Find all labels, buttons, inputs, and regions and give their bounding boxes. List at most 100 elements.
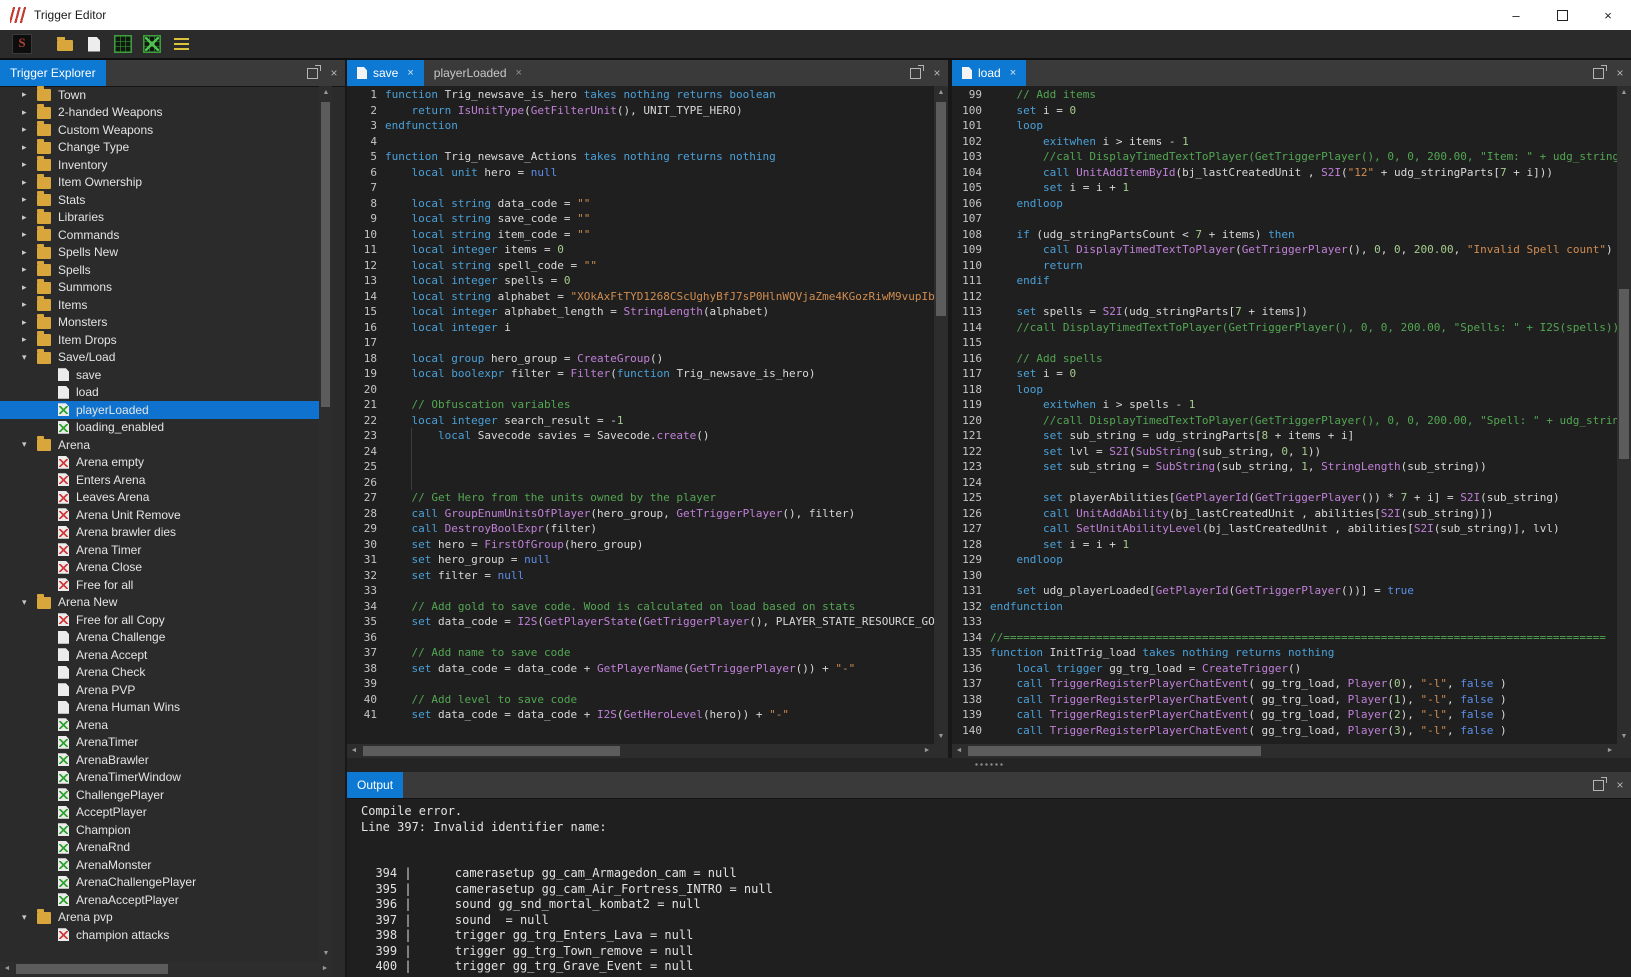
code-line[interactable]: endif <box>990 273 1617 289</box>
tree-item[interactable]: ▸Spells <box>0 261 332 279</box>
code-line[interactable]: set spells = S2I(udg_stringParts[7 + ite… <box>990 304 1617 320</box>
close-panel-icon[interactable]: × <box>926 60 948 86</box>
code-line[interactable] <box>385 475 934 491</box>
code-line[interactable]: local unit hero = null <box>385 165 934 181</box>
scroll-up-icon[interactable]: ▲ <box>319 86 333 100</box>
expand-arrow-icon[interactable]: ▸ <box>22 142 37 153</box>
code-line[interactable] <box>385 676 934 692</box>
code-line[interactable]: set udg_playerLoaded[GetPlayerId(GetTrig… <box>990 583 1617 599</box>
vertical-scrollbar[interactable]: ▲ ▼ <box>319 86 332 961</box>
tree-item[interactable]: Arena empty <box>0 454 332 472</box>
code-line[interactable]: set i = 0 <box>990 103 1617 119</box>
code-line[interactable] <box>990 211 1617 227</box>
tree-item[interactable]: ArenaRnd <box>0 839 332 857</box>
tree-item[interactable]: Free for all <box>0 576 332 594</box>
undock-icon[interactable] <box>1587 772 1609 798</box>
undock-icon[interactable] <box>904 60 926 86</box>
scroll-down-icon[interactable]: ▼ <box>1617 730 1631 744</box>
undock-icon[interactable] <box>301 60 323 86</box>
code-line[interactable]: set playerAbilities[GetPlayerId(GetTrigg… <box>990 490 1617 506</box>
expand-arrow-icon[interactable]: ▸ <box>22 194 37 205</box>
code-line[interactable]: loop <box>990 118 1617 134</box>
tree-item[interactable]: ▸Item Drops <box>0 331 332 349</box>
scroll-down-icon[interactable]: ▼ <box>319 947 333 961</box>
code-line[interactable]: set sub_string = udg_stringParts[8 + ite… <box>990 428 1617 444</box>
tab-load[interactable]: load × <box>952 60 1026 86</box>
code-line[interactable]: //call DisplayTimedTextToPlayer(GetTrigg… <box>990 320 1617 336</box>
collapse-arrow-icon[interactable]: ▾ <box>22 597 37 608</box>
code-line[interactable]: loop <box>990 382 1617 398</box>
code-line[interactable]: set hero = FirstOfGroup(hero_group) <box>385 537 934 553</box>
code-line[interactable]: call TriggerRegisterPlayerChatEvent( gg_… <box>990 723 1617 739</box>
code-line[interactable]: call DisplayTimedTextToPlayer(GetTrigger… <box>990 242 1617 258</box>
code-line[interactable] <box>990 475 1617 491</box>
vertical-scrollbar[interactable]: ▲ ▼ <box>934 86 948 744</box>
scroll-up-icon[interactable]: ▲ <box>1617 86 1631 100</box>
scroll-up-icon[interactable]: ▲ <box>934 86 948 100</box>
code-line[interactable]: endfunction <box>385 118 934 134</box>
code-line[interactable]: call DestroyBoolExpr(filter) <box>385 521 934 537</box>
scrollbar-thumb[interactable] <box>968 746 1261 756</box>
expand-arrow-icon[interactable]: ▸ <box>22 264 37 275</box>
expand-arrow-icon[interactable]: ▸ <box>22 299 37 310</box>
expand-arrow-icon[interactable]: ▸ <box>22 247 37 258</box>
code-line[interactable]: exitwhen i > spells - 1 <box>990 397 1617 413</box>
tree-item[interactable]: save <box>0 366 332 384</box>
tree-item[interactable]: Arena Accept <box>0 646 332 664</box>
code-line[interactable]: local integer alphabet_length = StringLe… <box>385 304 934 320</box>
code-line[interactable]: local string alphabet = "XOkAxFtTYD1268C… <box>385 289 934 305</box>
tree-item[interactable]: ▸Town <box>0 86 332 104</box>
tab-save[interactable]: save × <box>347 60 424 86</box>
tree-item[interactable]: ▸Monsters <box>0 314 332 332</box>
code-area[interactable]: 1234567891011121314151617181920212223242… <box>347 86 934 744</box>
code-line[interactable]: call SetUnitAbilityLevel(bj_lastCreatedU… <box>990 521 1617 537</box>
code-line[interactable] <box>385 630 934 646</box>
horizontal-scrollbar[interactable]: ◄ ► <box>0 962 332 976</box>
scrollbar-track[interactable] <box>1617 100 1631 730</box>
maximize-button[interactable] <box>1539 0 1585 30</box>
tree-item[interactable]: playerLoaded <box>0 401 332 419</box>
code-line[interactable]: // Add name to save code <box>385 645 934 661</box>
scrollbar-track[interactable] <box>319 100 332 947</box>
minimize-button[interactable]: – <box>1493 0 1539 30</box>
output-splitter[interactable] <box>347 758 1631 772</box>
expand-arrow-icon[interactable]: ▸ <box>22 212 37 223</box>
code-line[interactable]: set hero_group = null <box>385 552 934 568</box>
code-column[interactable]: function Trig_newsave_is_hero takes noth… <box>385 87 934 723</box>
expand-arrow-icon[interactable]: ▸ <box>22 124 37 135</box>
code-line[interactable]: set data_code = I2S(GetPlayerState(GetTr… <box>385 614 934 630</box>
code-line[interactable]: set filter = null <box>385 568 934 584</box>
collapse-arrow-icon[interactable]: ▾ <box>22 912 37 923</box>
scrollbar-track[interactable] <box>934 100 948 730</box>
expand-arrow-icon[interactable]: ▸ <box>22 282 37 293</box>
tree-item[interactable]: ArenaBrawler <box>0 751 332 769</box>
code-line[interactable] <box>385 444 934 460</box>
code-line[interactable]: function Trig_newsave_is_hero takes noth… <box>385 87 934 103</box>
jass-tool-button[interactable]: S <box>9 31 35 57</box>
code-line[interactable]: // Obfuscation variables <box>385 397 934 413</box>
code-line[interactable]: call TriggerRegisterPlayerChatEvent( gg_… <box>990 676 1617 692</box>
code-line[interactable]: local string spell_code = "" <box>385 258 934 274</box>
code-line[interactable] <box>385 134 934 150</box>
code-line[interactable]: function Trig_newsave_Actions takes noth… <box>385 149 934 165</box>
code-line[interactable]: local integer search_result = -1 <box>385 413 934 429</box>
code-line[interactable]: call UnitAddItemById(bj_lastCreatedUnit … <box>990 165 1617 181</box>
tree-item[interactable]: ▾Arena New <box>0 594 332 612</box>
tree-item[interactable]: Enters Arena <box>0 471 332 489</box>
variables-button[interactable] <box>110 31 136 57</box>
code-line[interactable]: set data_code = data_code + GetPlayerNam… <box>385 661 934 677</box>
tree-item[interactable]: ▸Summons <box>0 279 332 297</box>
collapse-arrow-icon[interactable]: ▾ <box>22 439 37 450</box>
tree-item[interactable]: Arena Close <box>0 559 332 577</box>
tree-item[interactable]: ArenaTimerWindow <box>0 769 332 787</box>
scrollbar-thumb[interactable] <box>363 746 620 756</box>
tree-item[interactable]: AcceptPlayer <box>0 804 332 822</box>
new-file-button[interactable] <box>81 31 107 57</box>
code-line[interactable]: exitwhen i > items - 1 <box>990 134 1617 150</box>
scroll-right-icon[interactable]: ► <box>1603 744 1617 758</box>
code-line[interactable]: local string save_code = "" <box>385 211 934 227</box>
tree-item[interactable]: Arena PVP <box>0 681 332 699</box>
close-tab-icon[interactable]: × <box>516 67 522 79</box>
tree-item[interactable]: Arena Challenge <box>0 629 332 647</box>
code-line[interactable]: call TriggerRegisterPlayerChatEvent( gg_… <box>990 692 1617 708</box>
